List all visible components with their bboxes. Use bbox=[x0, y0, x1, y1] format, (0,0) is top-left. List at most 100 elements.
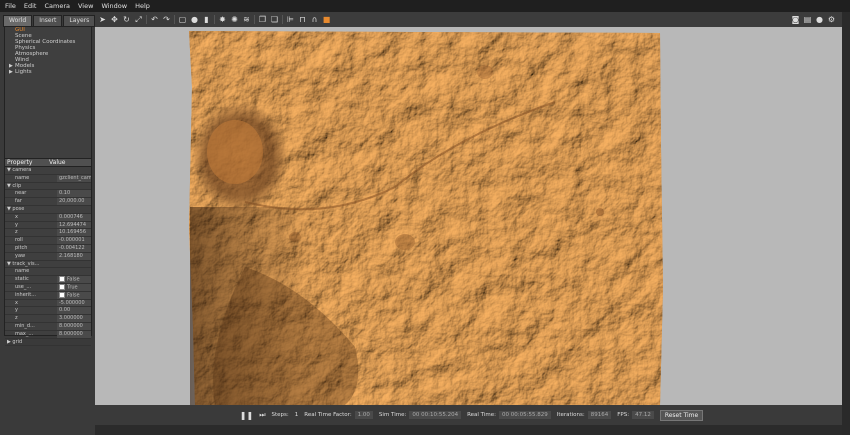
record-video-icon[interactable]: ● bbox=[815, 15, 824, 24]
box-shape-icon[interactable]: ▢ bbox=[178, 15, 187, 24]
align-icon[interactable]: ⊫ bbox=[286, 15, 295, 24]
property-row[interactable]: name gzclient_camera bbox=[5, 174, 91, 183]
property-key: ▼ camera bbox=[7, 167, 32, 173]
property-value[interactable]: 0.00 bbox=[57, 307, 91, 315]
world-tree-item[interactable]: ▶ Lights bbox=[5, 69, 91, 75]
property-key: ▼ pose bbox=[7, 205, 25, 212]
property-value-text: 8.000000 bbox=[59, 330, 83, 337]
orange-change-view-icon[interactable]: ■ bbox=[322, 15, 331, 24]
spot-light-icon[interactable]: ✺ bbox=[230, 15, 239, 24]
property-key: x bbox=[15, 299, 18, 306]
property-value[interactable]: False bbox=[57, 276, 91, 283]
magnet-icon[interactable]: ∩ bbox=[310, 15, 319, 24]
property-value[interactable]: 8.000000 bbox=[57, 322, 91, 330]
property-value-text: True bbox=[67, 284, 78, 291]
property-row[interactable]: far 20,000.00 bbox=[5, 198, 91, 206]
steps-value[interactable]: 1 bbox=[295, 412, 299, 418]
menu-file[interactable]: File bbox=[5, 2, 16, 10]
step-icon[interactable]: ⏭ bbox=[259, 411, 265, 420]
property-value[interactable] bbox=[49, 206, 91, 213]
property-value[interactable]: 12.694474 bbox=[57, 221, 91, 229]
property-row[interactable]: min_d... 8.000000 bbox=[5, 322, 91, 331]
property-value[interactable]: 20,000.00 bbox=[57, 198, 91, 205]
camera-screenshot-icon[interactable]: ◙ bbox=[791, 15, 800, 24]
property-row[interactable]: y 0.00 bbox=[5, 307, 91, 316]
property-value[interactable]: 0.000746 bbox=[57, 213, 91, 221]
undo-icon[interactable]: ↶ bbox=[150, 15, 159, 24]
copy-icon[interactable]: ❐ bbox=[258, 15, 267, 24]
property-row[interactable]: y 12.694474 bbox=[5, 221, 91, 230]
rtf-label: Real Time Factor: bbox=[304, 412, 352, 418]
property-row[interactable]: name bbox=[5, 268, 91, 277]
property-row[interactable]: static False bbox=[5, 276, 91, 284]
reset-time-button[interactable]: Reset Time bbox=[659, 409, 704, 421]
expand-arrow-icon[interactable]: ▶ bbox=[9, 69, 13, 75]
menu-view[interactable]: View bbox=[78, 2, 93, 10]
select-arrow-icon[interactable]: ➤ bbox=[98, 15, 107, 24]
checkbox[interactable] bbox=[59, 276, 65, 283]
property-row[interactable]: inherit... False bbox=[5, 291, 91, 300]
property-value[interactable]: 3.000000 bbox=[57, 315, 91, 322]
checkbox[interactable] bbox=[59, 291, 65, 298]
property-value[interactable]: gzclient_camera bbox=[57, 174, 91, 182]
terrain-render[interactable] bbox=[95, 27, 842, 405]
property-value[interactable]: 2.168180 bbox=[57, 252, 91, 260]
checkbox[interactable] bbox=[59, 283, 65, 290]
log-icon[interactable]: ▤ bbox=[803, 15, 812, 24]
scale-icon[interactable]: ⤢ bbox=[134, 15, 143, 24]
cylinder-shape-icon[interactable]: ▮ bbox=[202, 15, 211, 24]
property-key: name bbox=[15, 174, 30, 181]
pause-icon[interactable]: ❚❚ bbox=[240, 411, 253, 420]
directional-light-icon[interactable]: ≋ bbox=[242, 15, 251, 24]
property-row[interactable]: roll -0.000001 bbox=[5, 237, 91, 245]
property-row[interactable]: x 0.000746 bbox=[5, 213, 91, 222]
property-value[interactable]: 10.169456 bbox=[57, 229, 91, 237]
property-value[interactable]: 0.10 bbox=[57, 190, 91, 198]
property-row[interactable]: z 10.169456 bbox=[5, 229, 91, 238]
property-row[interactable]: z 3.000000 bbox=[5, 315, 91, 323]
value-column-header: Value bbox=[49, 159, 66, 166]
point-light-icon[interactable]: ✸ bbox=[218, 15, 227, 24]
rotate-icon[interactable]: ↻ bbox=[122, 15, 131, 24]
menu-camera[interactable]: Camera bbox=[44, 2, 70, 10]
property-value[interactable]: -5.000000 bbox=[57, 299, 91, 307]
translate-icon[interactable]: ✥ bbox=[110, 15, 119, 24]
property-row[interactable]: ▼ track_vis... bbox=[5, 261, 91, 269]
property-header: Property Value bbox=[5, 159, 91, 167]
property-value-text: False bbox=[67, 292, 80, 299]
property-value[interactable] bbox=[49, 339, 91, 346]
sphere-shape-icon[interactable]: ● bbox=[190, 15, 199, 24]
property-value[interactable] bbox=[49, 167, 91, 174]
3d-viewport[interactable] bbox=[95, 27, 842, 405]
menu-window[interactable]: Window bbox=[101, 2, 127, 10]
left-panel: World Insert Layers GUI Scene Spherical Co… bbox=[0, 12, 96, 435]
rtf-value: 1.00 bbox=[354, 411, 373, 419]
property-key: use_... bbox=[15, 283, 32, 290]
property-row[interactable]: pitch -0.004122 bbox=[5, 244, 91, 253]
settings-icon[interactable]: ⚙ bbox=[827, 15, 836, 24]
property-value[interactable]: -0.000001 bbox=[57, 237, 91, 244]
property-value[interactable] bbox=[49, 183, 91, 190]
property-value[interactable]: True bbox=[57, 283, 91, 291]
property-row[interactable]: ▼ clip bbox=[5, 183, 91, 191]
property-row[interactable]: ▶ grid bbox=[5, 339, 91, 347]
property-key: inherit... bbox=[15, 291, 36, 298]
property-row[interactable]: ▼ camera bbox=[5, 167, 91, 175]
redo-icon[interactable]: ↷ bbox=[162, 15, 171, 24]
property-row[interactable]: max_... 8.000000 bbox=[5, 330, 91, 339]
property-row[interactable]: x -5.000000 bbox=[5, 299, 91, 308]
property-value[interactable]: -0.004122 bbox=[57, 244, 91, 252]
menu-help[interactable]: Help bbox=[135, 2, 150, 10]
property-row[interactable]: ▼ pose bbox=[5, 206, 91, 214]
snap-icon[interactable]: ⊓ bbox=[298, 15, 307, 24]
paste-icon[interactable]: ❏ bbox=[270, 15, 279, 24]
property-value[interactable]: False bbox=[57, 291, 91, 299]
property-row[interactable]: use_... True bbox=[5, 283, 91, 292]
property-row[interactable]: yaw 2.168180 bbox=[5, 252, 91, 261]
property-value[interactable]: 8.000000 bbox=[57, 330, 91, 338]
property-value[interactable] bbox=[49, 261, 91, 268]
menu-edit[interactable]: Edit bbox=[24, 2, 37, 10]
property-key: z bbox=[15, 315, 18, 322]
property-row[interactable]: near 0.10 bbox=[5, 190, 91, 199]
property-value[interactable] bbox=[57, 268, 91, 275]
